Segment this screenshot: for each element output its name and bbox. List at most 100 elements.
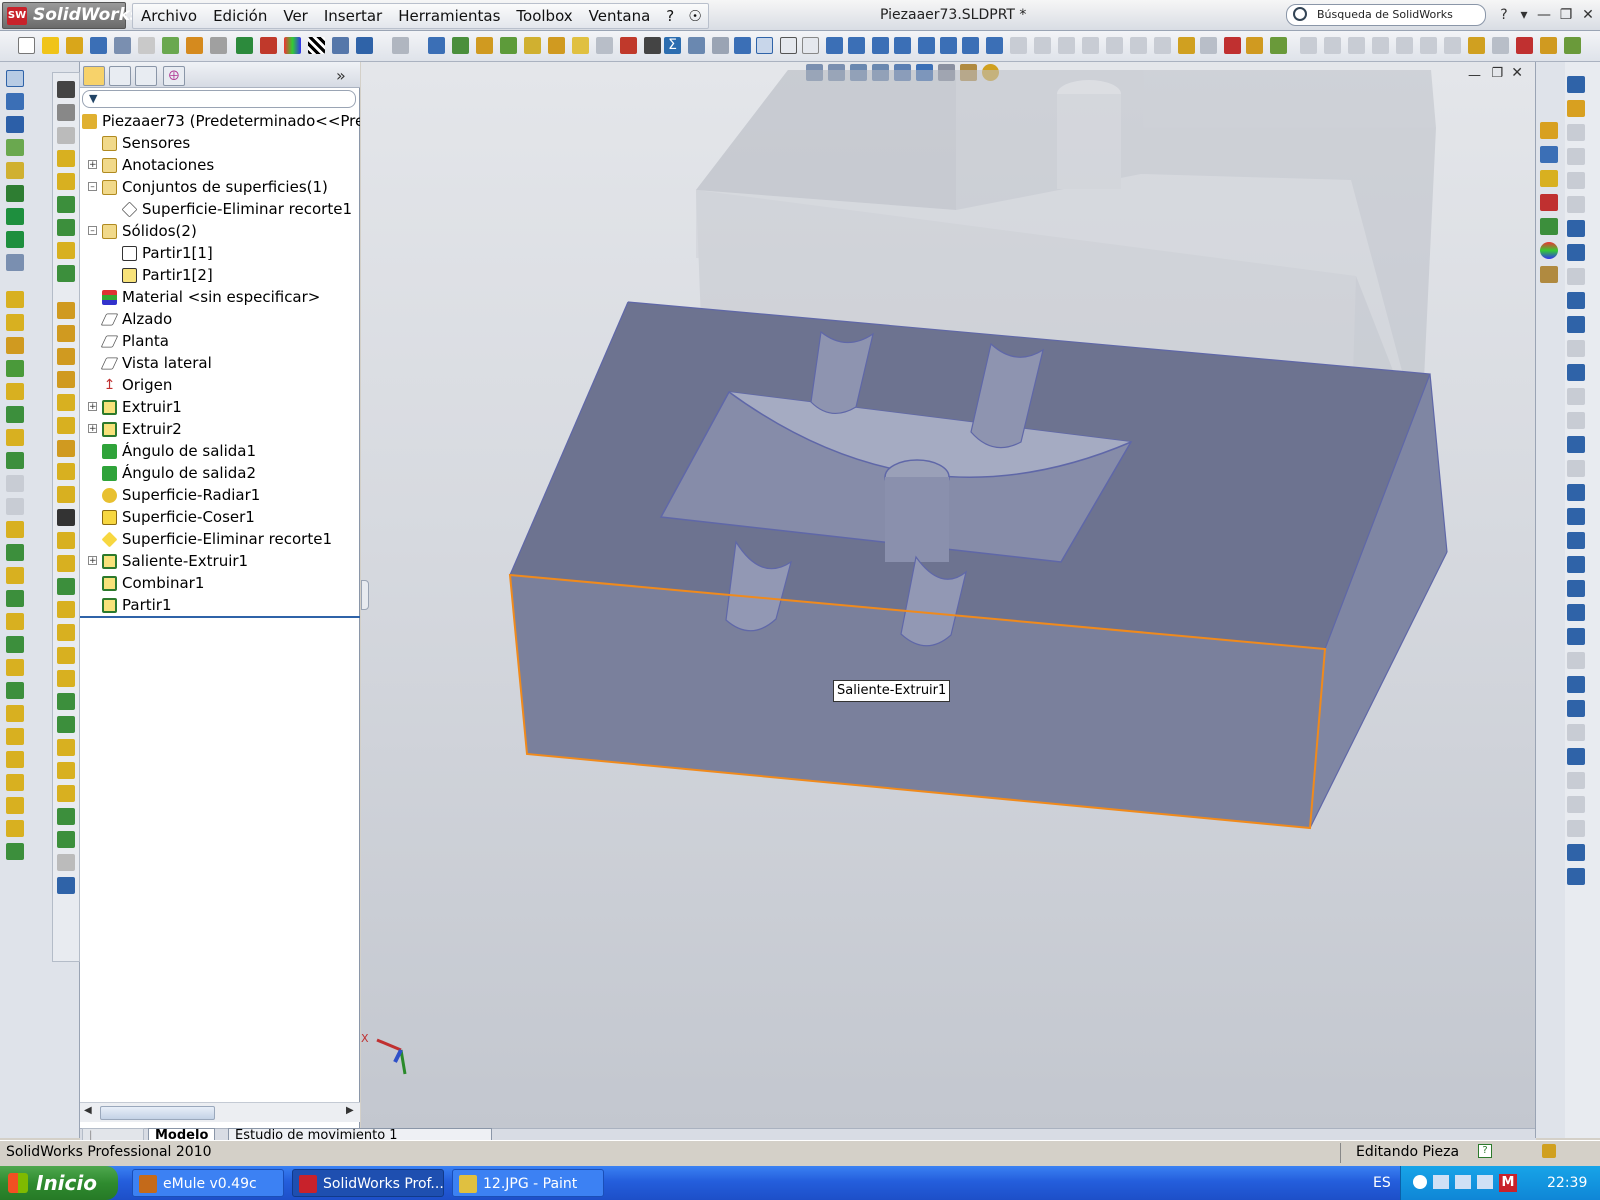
- language-indicator[interactable]: ES: [1373, 1166, 1391, 1200]
- expand-icon[interactable]: +: [88, 402, 97, 412]
- measure-icon[interactable]: [428, 37, 445, 54]
- linear-pattern-icon[interactable]: [6, 843, 24, 860]
- surface-tool-17-icon[interactable]: [57, 670, 75, 687]
- chamfer-sketch-icon[interactable]: [1567, 700, 1585, 717]
- feature-1-icon[interactable]: [6, 291, 24, 308]
- surface-tool-21-icon[interactable]: [57, 762, 75, 779]
- rapid-sketch-icon[interactable]: [1567, 844, 1585, 861]
- surface-tool-20-icon[interactable]: [57, 739, 75, 756]
- feature-15-icon[interactable]: [6, 613, 24, 630]
- collapse-icon[interactable]: –: [88, 226, 97, 236]
- scroll-right-icon[interactable]: ▶: [346, 1105, 354, 1116]
- import-diagnostics-icon[interactable]: [548, 37, 565, 54]
- rename-icon[interactable]: [688, 37, 705, 54]
- spline-tool-icon[interactable]: [1567, 196, 1585, 213]
- tree-item-angulo-salida1[interactable]: Ángulo de salida1: [102, 440, 256, 462]
- surface-tool-22-icon[interactable]: [57, 785, 75, 802]
- restore-icon[interactable]: ❐: [1556, 4, 1576, 26]
- toolbar-extra-1-icon[interactable]: [1300, 37, 1317, 54]
- toolbar-extra-12-icon[interactable]: [1564, 37, 1581, 54]
- surface-tool-10-icon[interactable]: [57, 509, 75, 526]
- tree-item-superficie-radiar1[interactable]: Superficie-Radiar1: [102, 484, 260, 506]
- rect-tool-icon[interactable]: [1567, 124, 1585, 141]
- tree-item-planta[interactable]: Planta: [100, 330, 169, 352]
- scroll-thumb[interactable]: [100, 1106, 215, 1120]
- light-icon[interactable]: [57, 104, 75, 121]
- repair-sketch-icon[interactable]: [1567, 820, 1585, 837]
- traffic-light-icon[interactable]: [260, 37, 277, 54]
- surface-tool-23-icon[interactable]: [57, 808, 75, 825]
- curve-icon[interactable]: [57, 196, 75, 213]
- relations-icon[interactable]: [1567, 796, 1585, 813]
- task-emule[interactable]: eMule v0.49c: [132, 1169, 284, 1197]
- print-icon[interactable]: [90, 37, 107, 54]
- search-input[interactable]: Búsqueda de SolidWorks: [1286, 4, 1486, 26]
- feature-22-icon[interactable]: [6, 774, 24, 791]
- surface-tool-4-icon[interactable]: [57, 371, 75, 388]
- parabola-icon[interactable]: [1567, 508, 1585, 525]
- text-icon[interactable]: [6, 116, 24, 133]
- search-tray-icon[interactable]: [1455, 1175, 1471, 1189]
- tree-item-material[interactable]: Material <sin especificar>: [102, 286, 320, 308]
- section-properties-icon[interactable]: [476, 37, 493, 54]
- view-option-7-icon[interactable]: [1154, 37, 1171, 54]
- copy-icon[interactable]: [138, 37, 155, 54]
- tree-item-conjuntos-superficies[interactable]: – Conjuntos de superficies(1): [88, 176, 328, 198]
- sketch-icon[interactable]: [1178, 37, 1195, 54]
- tree-item-superficie-coser1[interactable]: Superficie-Coser1: [102, 506, 255, 528]
- display-tray-icon[interactable]: [1477, 1175, 1493, 1189]
- tree-item-partir1-1[interactable]: Partir1[1]: [122, 242, 213, 264]
- tree-item-vista-lateral[interactable]: Vista lateral: [100, 352, 212, 374]
- panel-collapse-handle[interactable]: [361, 580, 369, 610]
- centerline-icon[interactable]: [6, 185, 24, 202]
- deviation-analysis-icon[interactable]: [620, 37, 637, 54]
- shaded-with-edges-icon[interactable]: [734, 37, 751, 54]
- tree-item-solidos[interactable]: – Sólidos(2): [88, 220, 197, 242]
- solidworks-logo[interactable]: SW SolidWorks: [2, 2, 140, 29]
- rectangle-icon[interactable]: [1567, 292, 1585, 309]
- left-view-icon[interactable]: [894, 37, 911, 54]
- status-rebuild-icon[interactable]: [1542, 1144, 1556, 1158]
- view-option-6-icon[interactable]: [1130, 37, 1147, 54]
- parallelogram-icon[interactable]: [1567, 316, 1585, 333]
- menu-insertar[interactable]: Insertar: [316, 4, 390, 28]
- spring-icon[interactable]: [57, 265, 75, 282]
- centerline-tool-icon[interactable]: [1567, 220, 1585, 237]
- normal-to-icon[interactable]: [826, 37, 843, 54]
- feature-14-icon[interactable]: [6, 590, 24, 607]
- view-option-3-icon[interactable]: [1058, 37, 1075, 54]
- helix-icon[interactable]: [57, 242, 75, 259]
- scene-icon[interactable]: [57, 127, 75, 144]
- toolbox-icon[interactable]: [1270, 37, 1287, 54]
- tree-item-sensores[interactable]: Sensores: [102, 132, 190, 154]
- expand-icon[interactable]: +: [88, 424, 97, 434]
- appearances-icon[interactable]: [1540, 242, 1558, 259]
- gauge-icon[interactable]: [644, 37, 661, 54]
- view-option-2-icon[interactable]: [1034, 37, 1051, 54]
- tree-item-origen[interactable]: ↥ Origen: [102, 374, 173, 396]
- arc-tool-icon[interactable]: [1567, 172, 1585, 189]
- toolbar-extra-10-icon[interactable]: [1516, 37, 1533, 54]
- feature-12-icon[interactable]: [6, 544, 24, 561]
- help-dropdown-icon[interactable]: ▾: [1514, 4, 1534, 26]
- surface-tool-7-icon[interactable]: [57, 440, 75, 457]
- design-table-icon[interactable]: [712, 37, 729, 54]
- tangent-arc-icon[interactable]: [1567, 412, 1585, 429]
- feature-2-icon[interactable]: [6, 314, 24, 331]
- toolbar-extra-7-icon[interactable]: [1444, 37, 1461, 54]
- smart-dim-icon[interactable]: [1567, 100, 1585, 117]
- view-option-4-icon[interactable]: [1082, 37, 1099, 54]
- star-point-icon[interactable]: [6, 231, 24, 248]
- right-view-icon[interactable]: [918, 37, 935, 54]
- feature-20-icon[interactable]: [6, 728, 24, 745]
- convert-entities-icon[interactable]: [1567, 604, 1585, 621]
- surface-tool-13-icon[interactable]: [57, 578, 75, 595]
- perimeter-circle-icon[interactable]: [1567, 388, 1585, 405]
- circle-tool-icon[interactable]: [1567, 148, 1585, 165]
- three-point-arc-icon[interactable]: [1567, 436, 1585, 453]
- circle-icon[interactable]: [1567, 364, 1585, 381]
- hidden-lines-visible-icon[interactable]: [802, 37, 819, 54]
- tree-root[interactable]: Piezaaer73 (Predeterminado<<Prec: [82, 110, 360, 132]
- spline-icon[interactable]: [57, 219, 75, 236]
- tray-expand-icon[interactable]: [1413, 1175, 1427, 1189]
